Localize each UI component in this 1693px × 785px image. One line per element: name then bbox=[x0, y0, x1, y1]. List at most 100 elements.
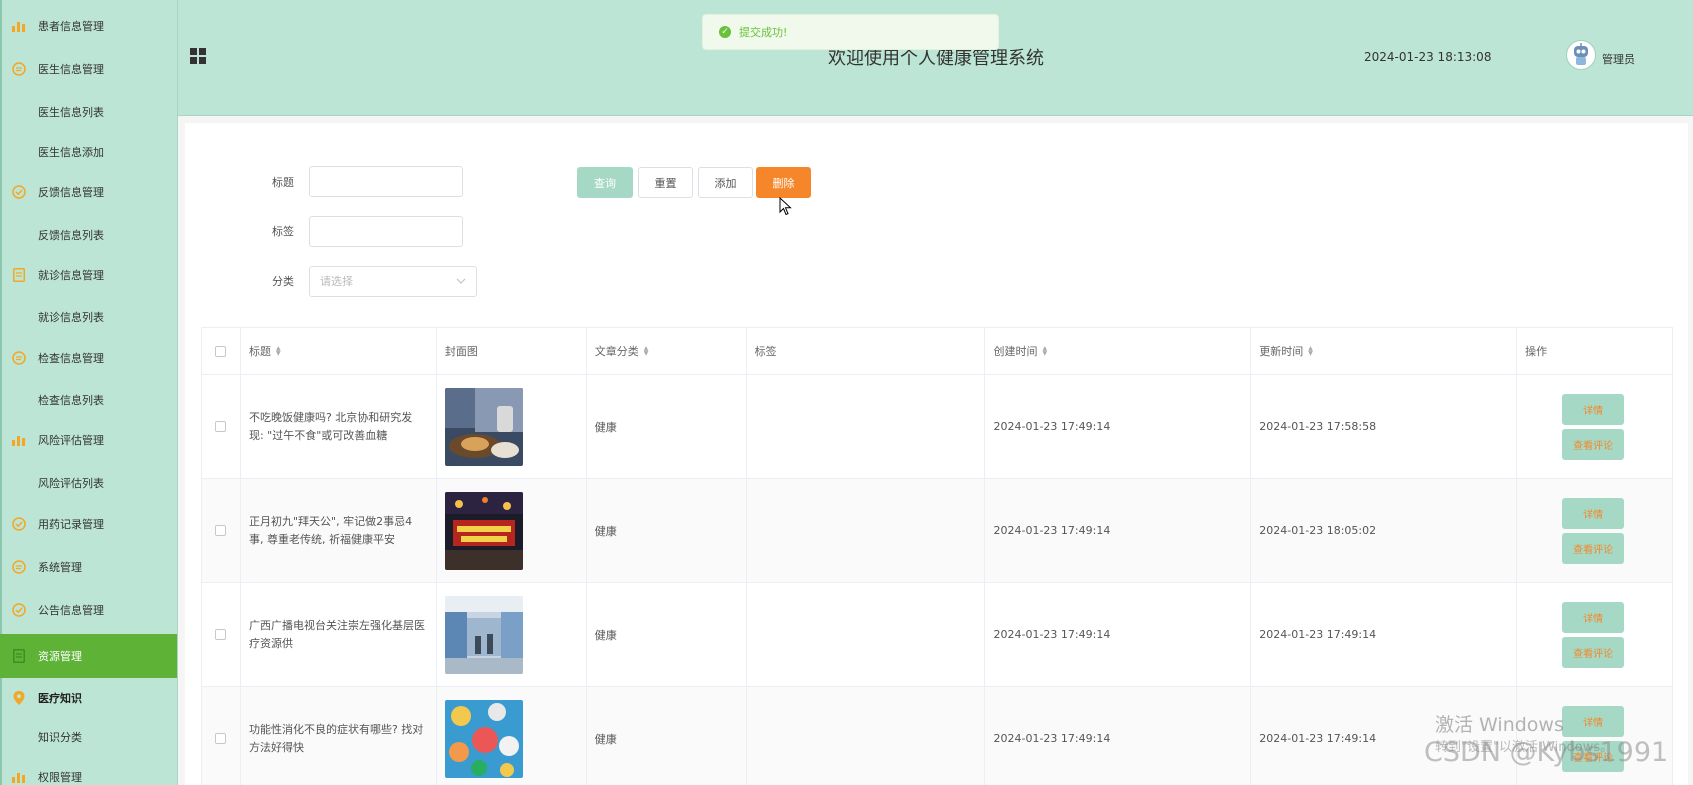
row-created: 2024-01-23 17:49:14 bbox=[985, 375, 1252, 478]
sidebar-item-resources[interactable]: 资源管理 bbox=[0, 634, 177, 678]
sidebar-item-risk-list[interactable]: 风险评估列表 bbox=[0, 463, 177, 503]
sidebar-item-exam-list[interactable]: 检查信息列表 bbox=[0, 380, 177, 420]
view-comments-button[interactable]: 查看评论 bbox=[1562, 532, 1625, 564]
reset-button[interactable]: 重置 bbox=[638, 167, 693, 198]
column-header-tag: 标签 bbox=[747, 328, 986, 374]
row-created: 2024-01-23 17:49:14 bbox=[985, 583, 1252, 686]
detail-button[interactable]: 详情 bbox=[1562, 497, 1625, 529]
csdn-watermark: CSDN @Kybs1991 bbox=[1424, 737, 1669, 768]
avatar[interactable] bbox=[1566, 40, 1596, 70]
table-header: 标题 ▲ ▼ 封面图 文章分类 ▲ ▼ 标签 创建时间 ▲ ▼ 更新时间 ▲ ▼ 操作 bbox=[202, 328, 1672, 375]
datetime-display: 2024-01-23 18:13:08 bbox=[1364, 50, 1492, 64]
row-checkbox[interactable] bbox=[215, 629, 227, 640]
check-circle-icon bbox=[11, 184, 27, 200]
sidebar: 患者信息管理 医生信息管理 医生信息列表 医生信息添加 反馈信息管理 反馈信息列… bbox=[0, 0, 178, 785]
user-name[interactable]: 管理员 bbox=[1602, 51, 1635, 67]
row-tag bbox=[747, 375, 986, 478]
select-all-checkbox[interactable] bbox=[215, 345, 227, 357]
sidebar-item-feedback-info[interactable]: 反馈信息管理 bbox=[0, 172, 177, 212]
view-comments-button[interactable]: 查看评论 bbox=[1562, 636, 1625, 668]
windows-activation-watermark: 激活 Windows bbox=[1435, 714, 1564, 736]
document-icon bbox=[11, 648, 27, 664]
table-row: 不吃晚饭健康吗? 北京协和研究发现: "过午不食"或可改善血糖 健康 2024-… bbox=[202, 375, 1672, 479]
row-tag bbox=[747, 687, 986, 785]
sidebar-item-visit-list[interactable]: 就诊信息列表 bbox=[0, 297, 177, 337]
sort-icon[interactable]: ▲ ▼ bbox=[1042, 346, 1047, 357]
detail-button[interactable]: 详情 bbox=[1562, 601, 1625, 633]
check-circle-icon bbox=[11, 602, 27, 618]
chat-icon bbox=[11, 559, 27, 575]
mouse-cursor-icon bbox=[779, 197, 792, 216]
row-category: 健康 bbox=[587, 375, 747, 478]
row-checkbox[interactable] bbox=[215, 421, 227, 432]
tag-filter-input[interactable] bbox=[309, 216, 463, 247]
sidebar-item-system[interactable]: 系统管理 bbox=[0, 547, 177, 587]
sidebar-item-doctor-list[interactable]: 医生信息列表 bbox=[0, 92, 177, 132]
sort-icon[interactable]: ▲ ▼ bbox=[1308, 346, 1313, 357]
success-toast: ✓ 提交成功! bbox=[702, 14, 999, 50]
sidebar-item-medication[interactable]: 用药记录管理 bbox=[0, 504, 177, 544]
column-header-updated[interactable]: 更新时间 ▲ ▼ bbox=[1251, 328, 1518, 374]
row-category: 健康 bbox=[587, 479, 747, 582]
bar-chart-icon bbox=[11, 432, 27, 448]
chat-icon bbox=[11, 61, 27, 77]
row-checkbox[interactable] bbox=[215, 733, 227, 744]
column-header-created[interactable]: 创建时间 ▲ ▼ bbox=[985, 328, 1252, 374]
cover-image bbox=[444, 491, 523, 570]
sidebar-item-label: 系统管理 bbox=[38, 561, 82, 574]
sidebar-item-risk-assessment[interactable]: 风险评估管理 bbox=[0, 420, 177, 460]
category-filter-select[interactable]: 请选择 bbox=[309, 266, 477, 297]
sidebar-item-knowledge-category[interactable]: 知识分类 bbox=[0, 717, 177, 757]
detail-button[interactable]: 详情 bbox=[1562, 393, 1625, 425]
sort-icon[interactable]: ▲ ▼ bbox=[276, 346, 281, 357]
view-comments-button[interactable]: 查看评论 bbox=[1562, 428, 1625, 460]
main-content: 标题 标签 分类 请选择 查询 重置 添加 删除 标题 ▲ ▼ 封面图 文章分类 ▲ ▼… bbox=[185, 123, 1688, 785]
row-title: 正月初九"拜天公", 牢记做2事忌4事, 尊重老传统, 祈福健康平安 bbox=[248, 514, 413, 546]
sidebar-item-label: 风险评估列表 bbox=[38, 477, 104, 490]
sidebar-item-label: 医疗知识 bbox=[38, 692, 82, 705]
table-row: 广西广播电视台关注崇左强化基层医疗资源供 健康 2024-01-23 17:49… bbox=[202, 583, 1672, 687]
sidebar-item-permissions[interactable]: 权限管理 bbox=[0, 757, 177, 785]
table-row: 正月初九"拜天公", 牢记做2事忌4事, 尊重老传统, 祈福健康平安 健康 20… bbox=[202, 479, 1672, 583]
sidebar-item-announcements[interactable]: 公告信息管理 bbox=[0, 590, 177, 630]
sidebar-item-label: 风险评估管理 bbox=[38, 434, 104, 447]
sidebar-item-label: 公告信息管理 bbox=[38, 604, 104, 617]
sidebar-item-visit-info[interactable]: 就诊信息管理 bbox=[0, 255, 177, 295]
menu-toggle-icon[interactable] bbox=[190, 48, 206, 64]
sidebar-item-feedback-list[interactable]: 反馈信息列表 bbox=[0, 215, 177, 255]
row-title: 不吃晚饭健康吗? 北京协和研究发现: "过午不食"或可改善血糖 bbox=[248, 410, 413, 442]
sidebar-item-label: 患者信息管理 bbox=[38, 20, 104, 33]
category-filter-label: 分类 bbox=[272, 275, 294, 288]
column-header-cover: 封面图 bbox=[437, 328, 587, 374]
sidebar-item-patient-info[interactable]: 患者信息管理 bbox=[0, 6, 177, 46]
cover-image bbox=[444, 387, 523, 466]
row-updated: 2024-01-23 17:58:58 bbox=[1251, 375, 1518, 478]
row-tag bbox=[747, 583, 986, 686]
sidebar-item-label: 反馈信息列表 bbox=[38, 229, 104, 242]
detail-button[interactable]: 详情 bbox=[1562, 705, 1625, 737]
column-header-category[interactable]: 文章分类 ▲ ▼ bbox=[587, 328, 747, 374]
sidebar-item-label: 用药记录管理 bbox=[38, 518, 104, 531]
select-all-cell bbox=[202, 328, 241, 374]
sidebar-item-exam-info[interactable]: 检查信息管理 bbox=[0, 338, 177, 378]
check-circle-icon: ✓ bbox=[719, 26, 731, 38]
bar-chart-icon bbox=[11, 769, 27, 785]
delete-button[interactable]: 删除 bbox=[756, 167, 811, 198]
sort-icon[interactable]: ▲ ▼ bbox=[644, 346, 649, 357]
row-checkbox[interactable] bbox=[215, 525, 227, 536]
sidebar-item-medical-knowledge[interactable]: 医疗知识 bbox=[0, 678, 177, 718]
title-filter-input[interactable] bbox=[309, 166, 463, 197]
cover-image bbox=[444, 595, 523, 674]
check-circle-icon bbox=[11, 516, 27, 532]
bar-chart-icon bbox=[11, 18, 27, 34]
column-header-title[interactable]: 标题 ▲ ▼ bbox=[241, 328, 437, 374]
sidebar-item-label: 医生信息管理 bbox=[38, 63, 104, 76]
sidebar-item-doctor-add[interactable]: 医生信息添加 bbox=[0, 132, 177, 172]
query-button[interactable]: 查询 bbox=[577, 167, 633, 198]
row-updated: 2024-01-23 18:05:02 bbox=[1251, 479, 1518, 582]
add-button[interactable]: 添加 bbox=[698, 167, 753, 198]
sidebar-item-label: 检查信息列表 bbox=[38, 394, 104, 407]
sidebar-item-label: 医生信息添加 bbox=[38, 146, 104, 159]
sidebar-item-doctor-info[interactable]: 医生信息管理 bbox=[0, 49, 177, 89]
row-title: 广西广播电视台关注崇左强化基层医疗资源供 bbox=[248, 618, 425, 650]
